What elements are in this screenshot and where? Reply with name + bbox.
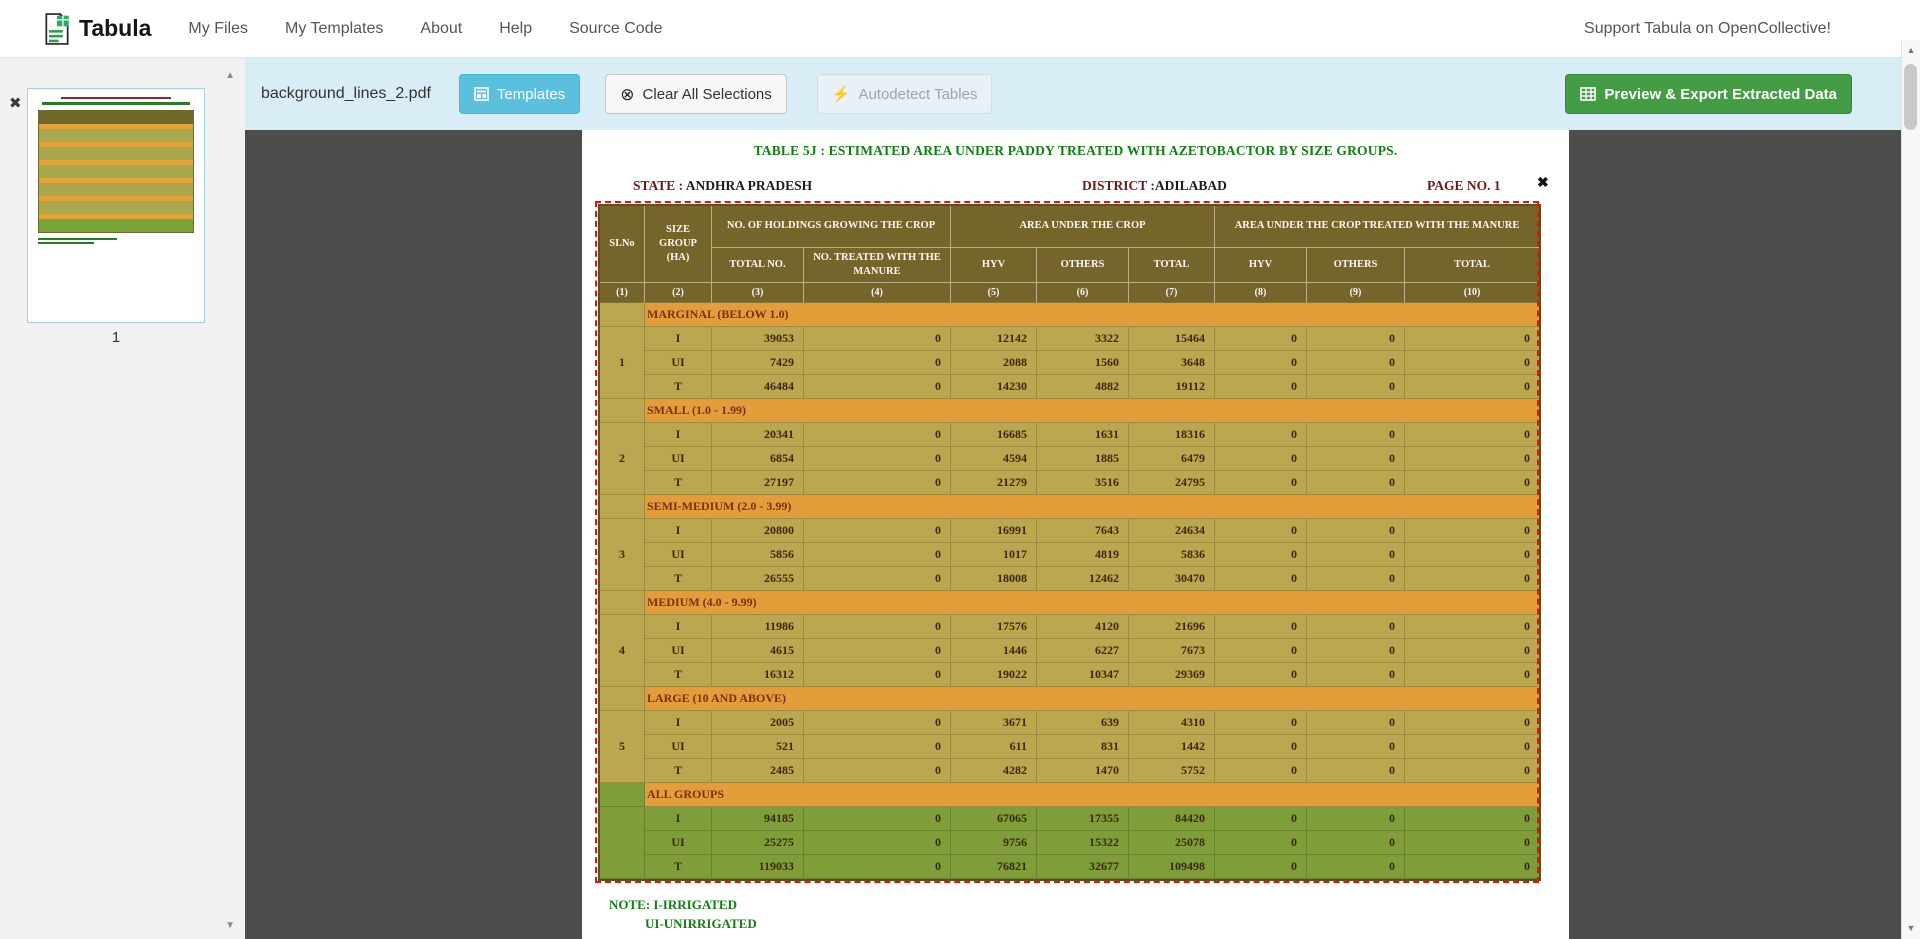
thumb-title-line: [61, 97, 170, 99]
templates-button-label: Templates: [497, 86, 565, 103]
nav-help[interactable]: Help: [499, 20, 532, 38]
lightning-icon: ⚡: [832, 85, 851, 103]
district-field: DISTRICT :ADILABAD: [1082, 178, 1227, 194]
state-field: STATE : ANDHRA PRADESH: [633, 178, 812, 194]
navbar: Tabula My Files My Templates About Help …: [0, 0, 1920, 58]
remove-page-icon[interactable]: ✖: [9, 94, 22, 112]
page-thumbnail[interactable]: [27, 88, 205, 323]
nav-about[interactable]: About: [420, 20, 462, 38]
templates-button[interactable]: Templates: [459, 74, 580, 114]
thumb-subtitle-line: [42, 102, 190, 105]
support-link[interactable]: Support Tabula on OpenCollective!: [1584, 20, 1831, 38]
selection-close-icon[interactable]: ✖: [1537, 174, 1549, 191]
tabula-logo-icon[interactable]: [44, 13, 70, 45]
nav-menu: My Files My Templates About Help Source …: [188, 20, 699, 38]
thumb-note-line: [38, 242, 94, 244]
brand-title[interactable]: Tabula: [79, 15, 151, 42]
nav-my-templates[interactable]: My Templates: [285, 20, 383, 38]
district-value: ADILABAD: [1155, 178, 1227, 193]
templates-icon: [474, 87, 489, 101]
export-button-label: Preview & Export Extracted Data: [1604, 86, 1837, 103]
pdf-viewer-area[interactable]: TABLE 5J : ESTIMATED AREA UNDER PADDY TR…: [245, 130, 1901, 939]
state-value: ANDHRA PRADESH: [686, 178, 812, 193]
table-grid-icon: [1580, 87, 1596, 101]
document-filename: background_lines_2.pdf: [261, 85, 431, 103]
thumb-note-line: [38, 238, 117, 240]
clear-selections-icon: ⊗: [620, 86, 634, 103]
sidebar-scroll-down-icon[interactable]: ▼: [225, 920, 235, 931]
nav-source-code[interactable]: Source Code: [569, 20, 662, 38]
scrollbar-thumb[interactable]: [1904, 64, 1917, 130]
pdf-note-line-2: UI-UNIRRIGATED: [645, 916, 757, 932]
pdf-table-title: TABLE 5J : ESTIMATED AREA UNDER PADDY TR…: [582, 143, 1569, 159]
clear-all-selections-button[interactable]: ⊗ Clear All Selections: [605, 74, 786, 114]
pdf-page[interactable]: TABLE 5J : ESTIMATED AREA UNDER PADDY TR…: [582, 130, 1569, 939]
pdf-note-line-1: NOTE: I-IRRIGATED: [609, 897, 737, 913]
toolbar: background_lines_2.pdf Templates ⊗ Clear…: [245, 58, 1901, 130]
autodetect-button-label: Autodetect Tables: [858, 86, 977, 103]
scrollbar-down-icon[interactable]: ▼: [1902, 920, 1920, 937]
vertical-scrollbar[interactable]: ▲ ▼: [1901, 40, 1920, 939]
clear-button-label: Clear All Selections: [643, 86, 772, 103]
thumbnail-page-number: 1: [27, 329, 205, 346]
selection-box[interactable]: [595, 201, 1539, 883]
page-no-field: PAGE NO. 1: [1427, 178, 1501, 194]
preview-export-button[interactable]: Preview & Export Extracted Data: [1565, 74, 1852, 114]
scrollbar-up-icon[interactable]: ▲: [1902, 42, 1920, 59]
sidebar-scroll-up-icon[interactable]: ▲: [225, 70, 235, 81]
page-sidebar: ✖ ▲ ▼ 1: [0, 58, 245, 939]
thumb-table-image: [38, 110, 194, 233]
nav-my-files[interactable]: My Files: [188, 20, 248, 38]
autodetect-tables-button[interactable]: ⚡ Autodetect Tables: [817, 74, 993, 114]
